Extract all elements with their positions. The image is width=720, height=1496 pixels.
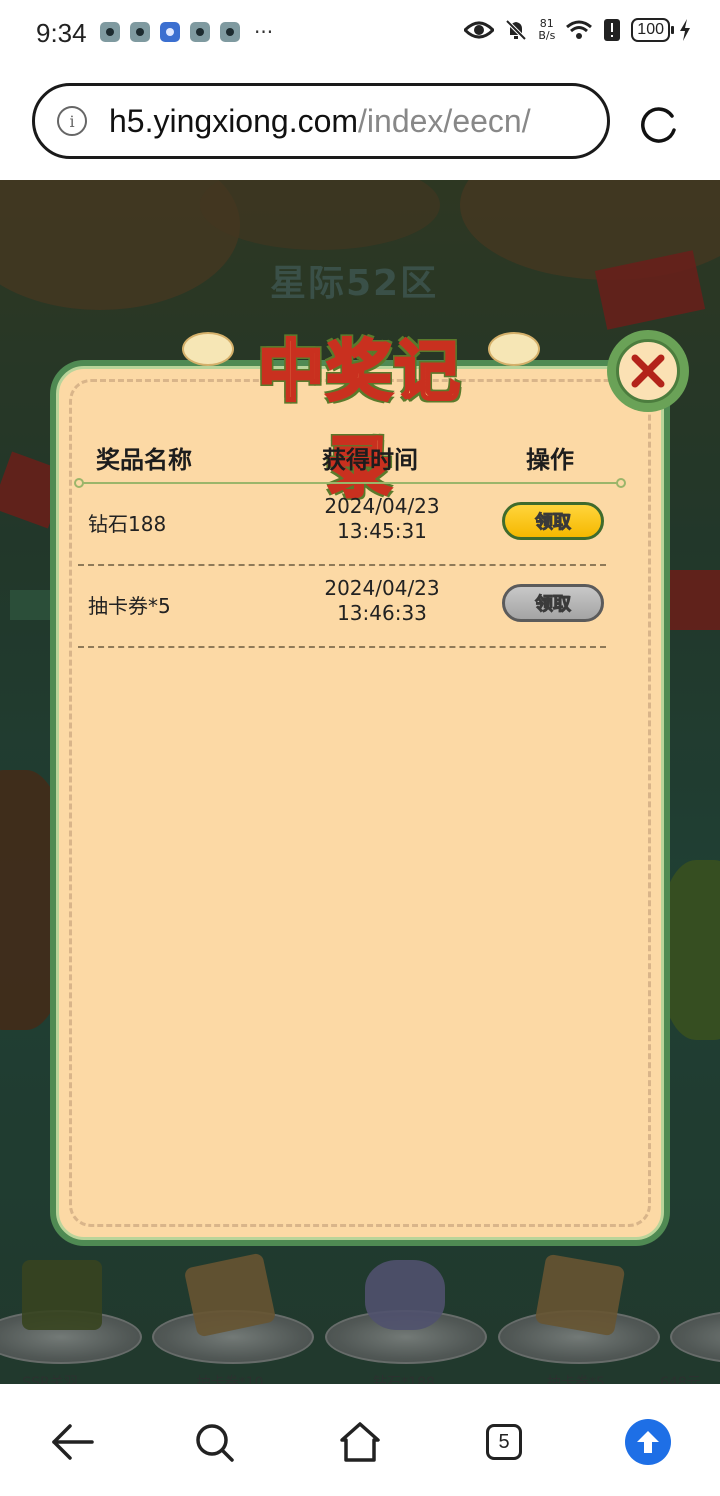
url-host: h5.yingxiong.com <box>109 102 359 139</box>
charging-icon <box>680 19 690 41</box>
status-bar: 9:34 ··· 81 B/s 100 <box>0 0 720 68</box>
prize-time: 2024/04/23 13:46:33 <box>302 576 462 626</box>
eye-icon <box>464 21 495 39</box>
table-row: 抽卡券*5 2024/04/23 13:46:33 领取 <box>78 564 606 648</box>
column-header-prize: 奖品名称 <box>96 446 192 474</box>
battery-indicator: 100 <box>631 18 674 42</box>
status-time: 9:34 <box>36 18 87 48</box>
wifi-icon <box>566 20 593 39</box>
notification-icons: ··· <box>100 22 273 42</box>
url-text[interactable]: h5.yingxiong.com/index/eecn/ <box>109 103 599 140</box>
tabs-button[interactable]: 5 <box>480 1418 528 1466</box>
title-cloud-right <box>488 332 540 366</box>
modal-title-banner: 中奖记录 <box>182 318 540 508</box>
network-speed: 81 B/s <box>538 18 555 42</box>
claim-button-disabled[interactable]: 领取 <box>502 584 604 622</box>
prize-time: 2024/04/23 13:45:31 <box>302 494 462 544</box>
net-speed-unit: B/s <box>538 29 556 42</box>
table-row: 钻石188 2024/04/23 13:45:31 领取 <box>78 482 606 566</box>
app-notification-icon <box>100 22 120 42</box>
tab-count: 5 <box>486 1424 522 1460</box>
search-icon <box>196 1424 234 1462</box>
column-header-action: 操作 <box>526 446 574 474</box>
prize-time-text: 13:45:31 <box>337 519 427 543</box>
up-arrow-icon <box>625 1419 671 1465</box>
app-notification-icon <box>160 22 180 42</box>
browser-bottom-nav: 5 <box>0 1384 720 1496</box>
claim-button[interactable]: 领取 <box>502 502 604 540</box>
app-notification-icon <box>190 22 210 42</box>
more-notifications-icon: ··· <box>254 20 274 44</box>
app-notification-icon <box>220 22 240 42</box>
record-table-header: 奖品名称 获得时间 操作 <box>78 440 624 480</box>
back-button[interactable] <box>48 1418 96 1466</box>
prize-name: 钻石188 <box>88 512 167 536</box>
column-header-time: 获得时间 <box>322 446 418 474</box>
search-button[interactable] <box>190 1418 238 1466</box>
reload-icon[interactable] <box>638 104 680 146</box>
address-bar[interactable]: i h5.yingxiong.com/index/eecn/ <box>32 83 610 159</box>
title-cloud-left <box>182 332 234 366</box>
close-icon <box>616 339 680 403</box>
url-path: /index/eecn/ <box>358 102 531 139</box>
status-indicators: 81 B/s 100 <box>464 18 690 42</box>
alert-icon <box>604 19 621 41</box>
home-button[interactable] <box>336 1418 384 1466</box>
home-icon <box>340 1422 380 1462</box>
bell-muted-icon <box>505 19 527 41</box>
upload-button[interactable] <box>624 1418 672 1466</box>
prize-date-text: 2024/04/23 <box>324 576 440 600</box>
close-button[interactable] <box>607 330 689 412</box>
prize-time-text: 13:46:33 <box>337 601 427 625</box>
back-arrow-icon <box>52 1424 94 1460</box>
prize-date-text: 2024/04/23 <box>324 494 440 518</box>
prize-name: 抽卡券*5 <box>88 594 171 618</box>
info-icon[interactable]: i <box>57 106 87 136</box>
app-notification-icon <box>130 22 150 42</box>
browser-toolbar: i h5.yingxiong.com/index/eecn/ <box>0 68 720 180</box>
